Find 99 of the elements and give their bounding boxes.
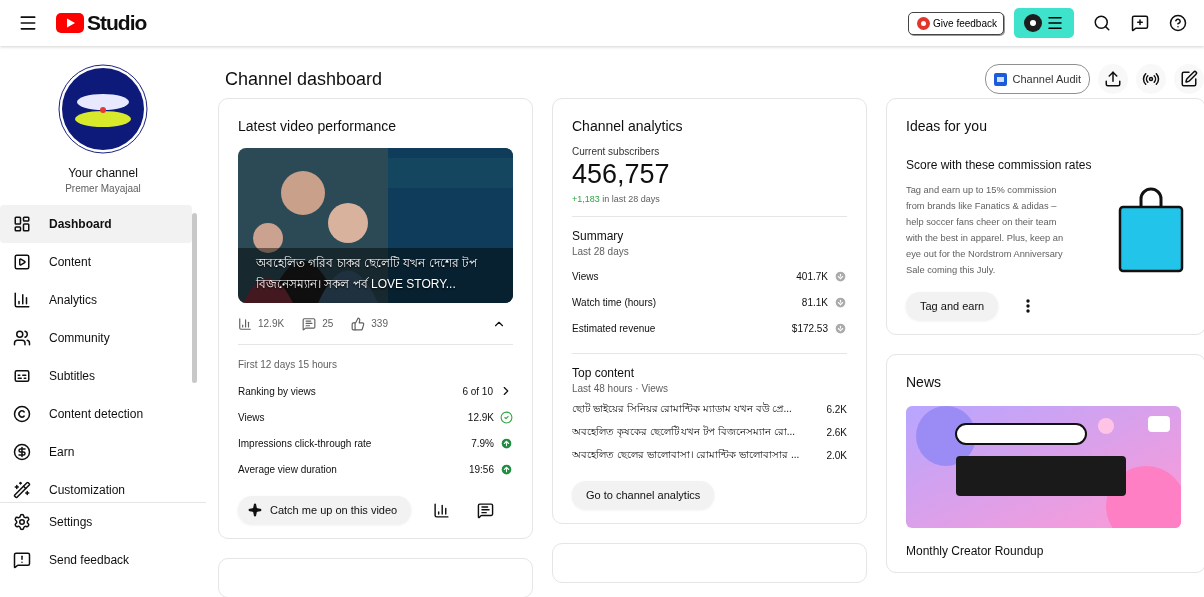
analytics-link-button[interactable]: Go to channel analytics	[572, 481, 715, 509]
video-link[interactable]: অবহেলিত ছেলের ভালোবাসা। রোমান্টিক ভালোবাসার ...	[572, 447, 817, 464]
metric-label: Estimated revenue	[572, 322, 657, 334]
metric-label: Average view duration	[238, 463, 338, 475]
upload-icon	[1104, 70, 1122, 88]
period-label: Last 48 hours · Views	[572, 383, 669, 394]
channel-label: Your channel	[68, 166, 138, 180]
metric-label: Views	[238, 411, 266, 423]
card-title: Ideas for you	[906, 118, 988, 134]
subtitles-icon	[13, 367, 31, 385]
channel-audit-button[interactable]: Channel Audit	[984, 64, 1090, 94]
metric-value: 7.9%	[471, 437, 494, 449]
menu-icon	[18, 13, 38, 33]
play-logo-icon	[56, 13, 84, 33]
period-label: Last 28 days	[572, 246, 630, 257]
copyright-icon	[13, 405, 31, 423]
bar-chart-icon	[432, 501, 450, 519]
card-title: News	[906, 374, 942, 390]
message-plus-icon	[1131, 14, 1149, 32]
channel-name: Premer Mayajaal	[65, 183, 141, 194]
more-icon	[1026, 299, 1031, 313]
nav-item[interactable]: Customization	[0, 471, 192, 502]
edit-icon	[1180, 70, 1198, 88]
scrollbar[interactable]	[192, 213, 197, 383]
edit-button[interactable]	[1174, 64, 1204, 94]
subscribers-label: Current subscribers	[572, 146, 661, 157]
arrow-up-icon	[500, 462, 513, 476]
video-link[interactable]: ছোট ভাইয়ের সিনিয়র রোমান্টিক ম্যাডাম যখন বউ প্রে...	[572, 401, 817, 418]
nav-item[interactable]: Analytics	[0, 281, 192, 319]
bar-chart-icon	[13, 291, 31, 309]
arrow-down-icon	[834, 269, 847, 283]
shopping-bag-icon	[1116, 185, 1186, 275]
people-icon	[13, 329, 31, 347]
metric-value: 401.7K	[796, 270, 828, 282]
extension-button[interactable]	[1014, 8, 1074, 38]
arrow-down-icon	[834, 321, 847, 335]
nav-item[interactable]: Dashboard	[0, 205, 192, 243]
comment-icon	[302, 316, 317, 331]
page-title: Channel dashboard	[225, 68, 383, 90]
metric-value: $172.53	[791, 322, 828, 334]
metric-label: Views	[572, 270, 600, 282]
video-icon	[13, 253, 31, 271]
brand-circle-icon	[1024, 14, 1042, 32]
help-icon	[1169, 14, 1187, 32]
view-count: 6.2K	[826, 404, 847, 415]
tag-and-earn-button[interactable]: Tag and earn	[906, 292, 999, 320]
settings-icon	[13, 513, 31, 531]
nav-item[interactable]: Send feedback	[0, 541, 192, 579]
nav-item[interactable]: Earn	[0, 433, 192, 471]
period-label: First 12 days 15 hours	[238, 359, 338, 370]
subscriber-change: +1,183 in last 28 days	[572, 194, 661, 204]
metric-value: 81.1K	[801, 296, 828, 308]
catch-up-button[interactable]: Catch me up on this video	[238, 496, 412, 524]
metric-label: Watch time (hours)	[572, 296, 658, 308]
subscriber-count: 456,757	[572, 159, 671, 190]
section-title: Top content	[572, 366, 636, 380]
bar-chart-icon	[238, 316, 252, 331]
idea-text: Tag and earn up to 15% commission from brands like Fanatics & adidas – help soccer fans cheer on their team with the best in apparel. Plus, keep an eye out for the Nordstrom Anniversary Sale coming this July.	[906, 184, 1065, 277]
view-count: 2.6K	[826, 427, 847, 438]
broadcast-icon	[1142, 70, 1160, 88]
nav-item[interactable]: Content	[0, 243, 192, 281]
feedback-button[interactable]: Give feedback	[908, 11, 1004, 35]
stat-count: 25	[302, 316, 334, 331]
nav-item[interactable]: Community	[0, 319, 192, 357]
card-title: Channel analytics	[572, 118, 684, 134]
menu-icon	[1046, 14, 1064, 32]
metric-value: 19:56	[468, 463, 494, 475]
view-count: 2.0K	[826, 450, 847, 461]
feedback-icon	[13, 551, 31, 569]
news-caption: Monthly Creator Roundup	[906, 544, 1045, 558]
nav-item[interactable]: Content detection	[0, 395, 192, 433]
wand-icon	[13, 481, 31, 499]
channel-avatar[interactable]	[58, 64, 148, 154]
live-button[interactable]	[1136, 64, 1166, 94]
video-link[interactable]: অবহেলিত কৃষকের ছেলেটি যখন টপ বিজনেসম্যান রো...	[572, 424, 817, 441]
nav-item[interactable]: Subtitles	[0, 357, 192, 395]
arrow-down-icon	[834, 295, 847, 309]
nav-item[interactable]: Settings	[0, 503, 192, 541]
section-title: Summary	[572, 229, 625, 243]
thumbs-up-icon	[351, 316, 366, 331]
dollar-icon	[13, 443, 31, 461]
card-title: Latest video performance	[238, 118, 397, 134]
metric-value: 12.9K	[467, 411, 494, 423]
check-circle-icon	[500, 410, 513, 424]
upload-button[interactable]	[1098, 64, 1128, 94]
search-icon	[1093, 14, 1111, 32]
stat-count: 339	[351, 316, 388, 331]
metric-value: 6 of 10	[462, 385, 493, 397]
stat-count: 12.9K	[238, 316, 285, 331]
sparkle-icon	[248, 503, 262, 517]
brand-circle-icon	[917, 16, 931, 30]
arrow-up-icon	[500, 436, 513, 450]
idea-heading: Score with these commission rates	[906, 158, 1093, 172]
logo-text: Studio	[87, 11, 147, 35]
dashboard-icon	[13, 215, 31, 233]
metric-label: Impressions click-through rate	[238, 437, 373, 449]
audit-logo-icon	[993, 72, 1007, 86]
metric-label: Ranking by views	[238, 385, 317, 397]
comment-icon	[476, 501, 494, 519]
